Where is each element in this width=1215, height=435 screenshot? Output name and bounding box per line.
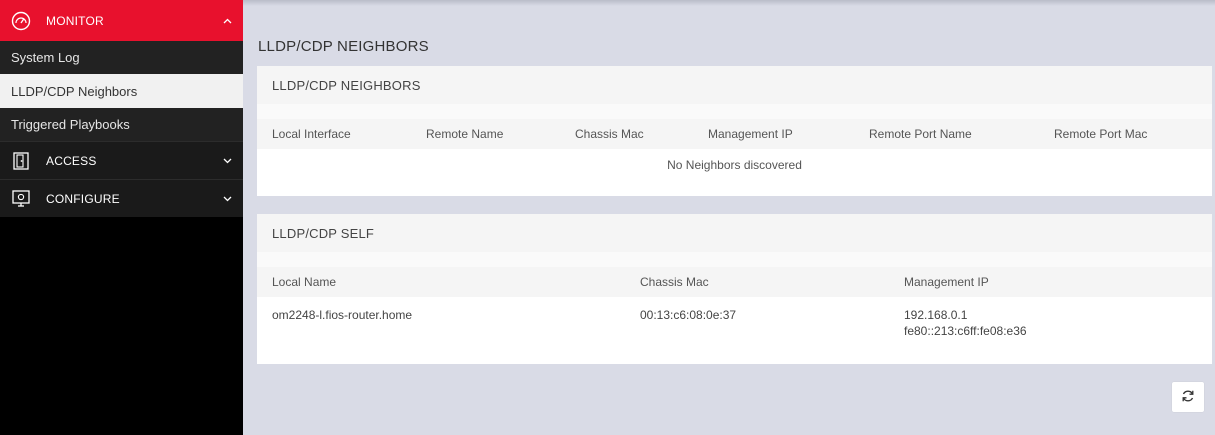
nav-access[interactable]: ACCESS [0,141,243,179]
chevron-up-icon [221,15,233,27]
chevron-down-icon [221,155,233,167]
monitor-gear-icon [10,188,32,210]
cell-management-ip-v4: 192.168.0.1 [904,308,968,322]
chevron-down-icon [221,193,233,205]
neighbors-table-header: Local Interface Remote Name Chassis Mac … [257,119,1212,149]
col-local-interface: Local Interface [272,127,351,141]
self-card: LLDP/CDP SELF Local Name Chassis Mac Man… [257,214,1212,364]
card-spacer [257,104,1212,119]
refresh-icon [1181,389,1195,406]
col-chassis-mac: Chassis Mac [640,275,709,289]
col-remote-port-name: Remote Port Name [869,127,972,141]
card-spacer [257,252,1212,267]
nav-monitor[interactable]: MONITOR [0,0,243,41]
empty-message: No Neighbors discovered [667,158,802,172]
sidebar: MONITOR System Log LLDP/CDP Neighbors Tr… [0,0,243,435]
main-content: LLDP/CDP NEIGHBORS LLDP/CDP NEIGHBORS Lo… [243,0,1215,435]
col-local-name: Local Name [272,275,337,289]
cell-local-name: om2248-l.fios-router.home [272,308,413,322]
nav-monitor-label: MONITOR [46,13,104,28]
gauge-icon [10,10,32,32]
door-icon [10,150,32,172]
page-title: LLDP/CDP NEIGHBORS [258,38,429,55]
col-remote-port-mac: Remote Port Mac [1054,127,1148,141]
col-management-ip: Management IP [904,275,989,289]
self-card-title: LLDP/CDP SELF [257,214,1212,252]
nav-configure[interactable]: CONFIGURE [0,179,243,217]
table-row: om2248-l.fios-router.home 00:13:c6:08:0e… [257,297,1212,357]
col-management-ip: Management IP [708,127,793,141]
neighbors-card-title: LLDP/CDP NEIGHBORS [257,66,1212,104]
nav-configure-label: CONFIGURE [46,191,120,206]
cell-chassis-mac: 00:13:c6:08:0e:37 [640,308,737,322]
cell-management-ip-v6: fe80::213:c6ff:fe08:e36 [904,324,1027,338]
nav-access-label: ACCESS [46,153,97,168]
top-shadow [243,0,1215,6]
self-table-header: Local Name Chassis Mac Management IP [257,267,1212,297]
neighbors-card: LLDP/CDP NEIGHBORS Local Interface Remot… [257,66,1212,196]
refresh-button[interactable] [1172,382,1204,412]
sidebar-item-lldp-cdp-neighbors[interactable]: LLDP/CDP Neighbors [0,74,243,108]
col-remote-name: Remote Name [426,127,504,141]
col-chassis-mac: Chassis Mac [575,127,644,141]
sidebar-item-system-log[interactable]: System Log [0,41,243,74]
sidebar-item-triggered-playbooks[interactable]: Triggered Playbooks [0,108,243,141]
